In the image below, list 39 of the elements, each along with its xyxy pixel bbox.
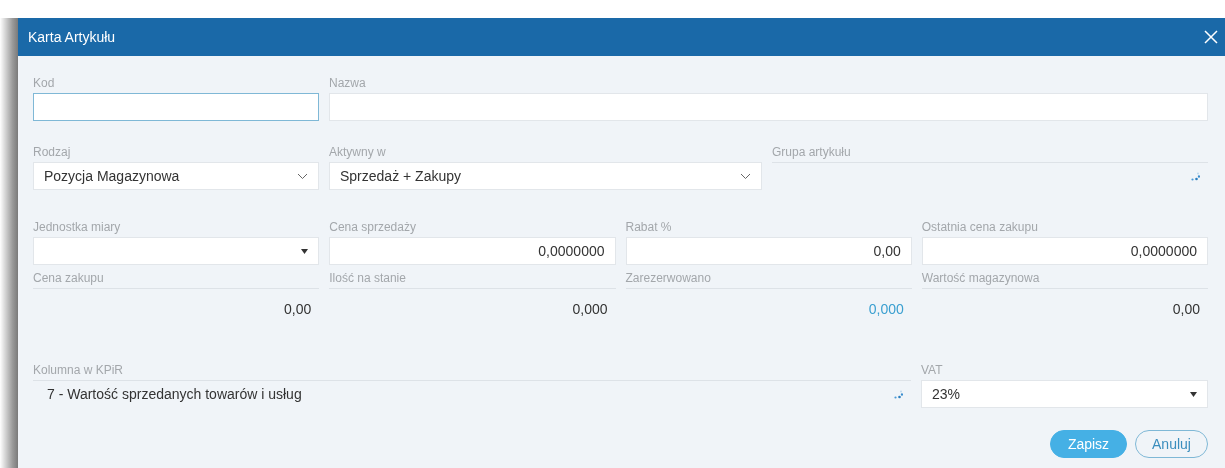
dropdown-field[interactable]: Pozycja Magazynowa xyxy=(33,162,319,190)
field-label: Zarezerwowano xyxy=(625,271,712,285)
field-label: Nazwa xyxy=(329,76,367,90)
dots-icon[interactable] xyxy=(893,389,903,399)
caret-icon xyxy=(1190,391,1197,397)
number-field[interactable]: 0,00 xyxy=(625,237,912,265)
dropdown-field[interactable]: Sprzedaż + Zakupy xyxy=(329,162,762,190)
field-label: Grupa artykułu xyxy=(772,145,852,159)
dropdown-field[interactable] xyxy=(33,237,320,265)
field-label: Rodzaj xyxy=(33,145,72,159)
field-label: Cena zakupu xyxy=(33,271,105,285)
dropdown-value: 23% xyxy=(932,386,961,402)
number-field[interactable]: 0,0000000 xyxy=(329,237,616,265)
field-label: Cena sprzedaży xyxy=(329,220,417,234)
field-label: Kod xyxy=(33,76,56,90)
dots-icon[interactable] xyxy=(1190,171,1200,181)
field-value: 0,000 xyxy=(572,301,608,317)
field-value: 0,00 xyxy=(284,301,312,317)
field-label: Ilość na stanie xyxy=(329,271,407,285)
dropdown-field[interactable]: 23% xyxy=(921,380,1208,408)
caret-icon xyxy=(301,248,309,254)
dropdown-value: Sprzedaż + Zakupy xyxy=(340,168,461,184)
field-label: Rabat % xyxy=(625,220,673,234)
field-label: Kolumna w KPiR xyxy=(33,363,125,377)
lookup-field[interactable]: 7 - Wartość sprzedanych towarów i usług xyxy=(33,380,911,407)
chevron-down-icon xyxy=(740,172,751,180)
close-icon[interactable] xyxy=(1203,29,1219,45)
field-label: VAT xyxy=(921,363,944,377)
field-label: Jednostka miary xyxy=(33,220,122,234)
field-value: 0,00 xyxy=(1172,301,1200,317)
field-label: Aktywny w xyxy=(329,145,387,159)
window-title: Karta Artykułu xyxy=(28,29,116,45)
dropdown-value: Pozycja Magazynowa xyxy=(44,168,180,184)
number-field[interactable]: 0,0000000 xyxy=(921,237,1208,265)
field-label: Wartość magazynowa xyxy=(921,271,1041,285)
lookup-value: 7 - Wartość sprzedanych towarów i usług xyxy=(47,386,302,402)
text-field[interactable] xyxy=(33,93,319,121)
chevron-down-icon xyxy=(297,172,308,180)
field-label: Ostatnia cena zakupu xyxy=(921,220,1039,234)
